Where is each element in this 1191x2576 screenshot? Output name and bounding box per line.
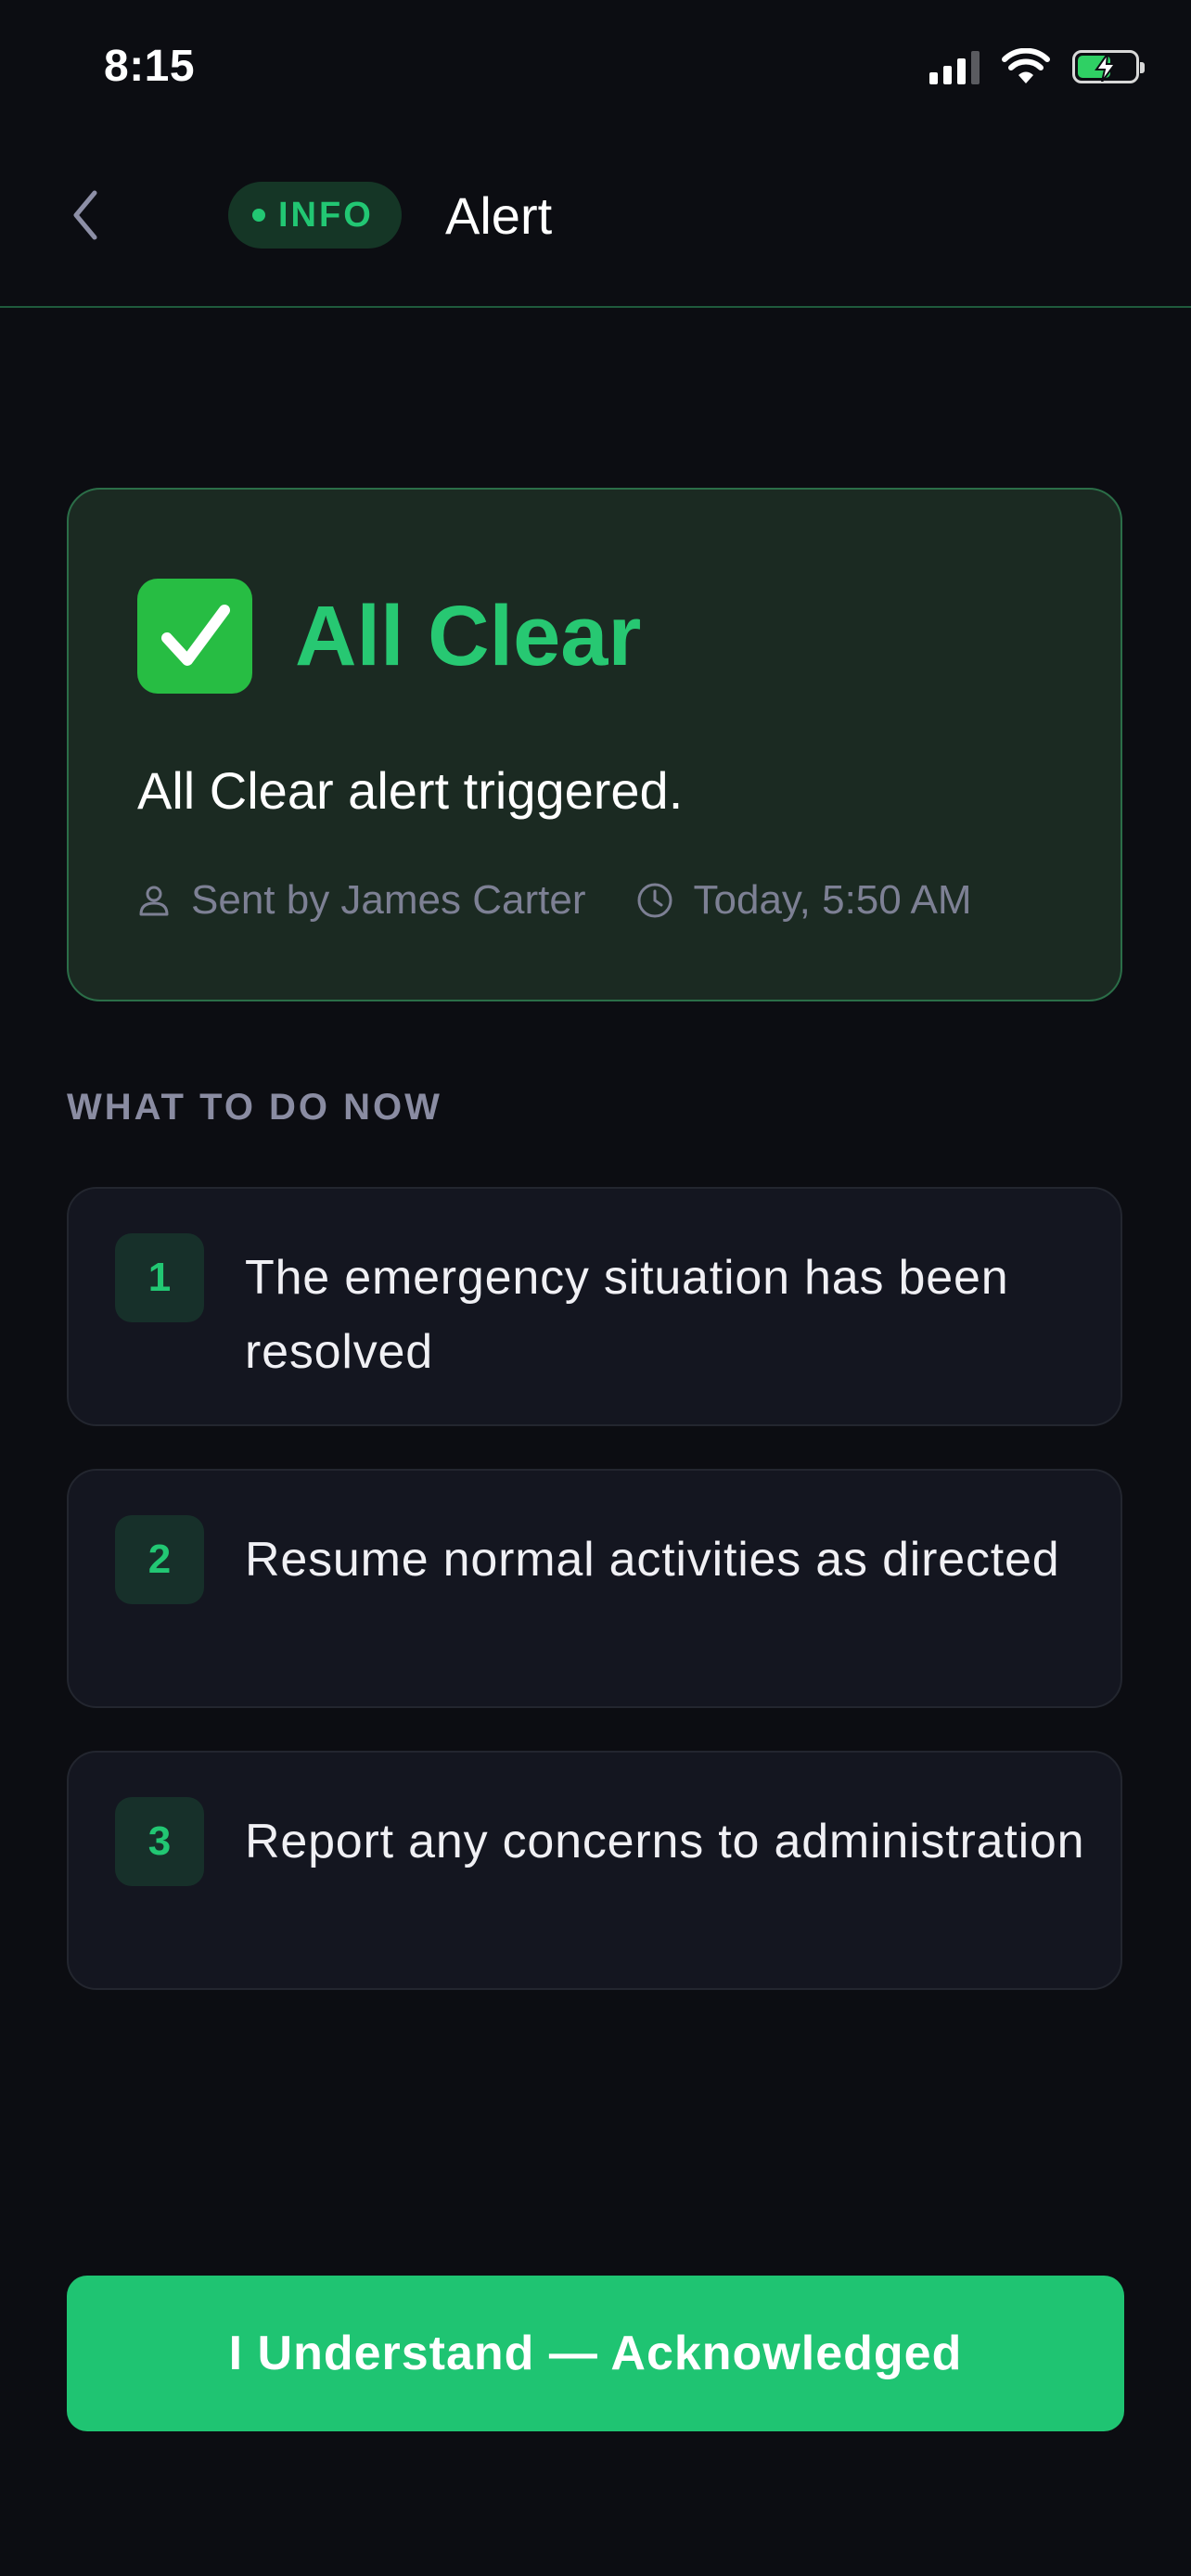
status-icons bbox=[929, 48, 1145, 85]
alert-message: All Clear alert triggered. bbox=[137, 761, 684, 820]
severity-badge: INFO bbox=[228, 182, 402, 249]
step-number: 2 bbox=[115, 1515, 204, 1604]
user-icon bbox=[139, 886, 169, 916]
instruction-step: 3 Report any concerns to administration bbox=[67, 1751, 1122, 1990]
instruction-step: 1 The emergency situation has been resol… bbox=[67, 1187, 1122, 1426]
step-text: Resume normal activities as directed bbox=[245, 1533, 1060, 1587]
section-heading: WHAT TO DO NOW bbox=[67, 1087, 442, 1128]
page-title: Alert bbox=[445, 186, 553, 245]
sender-name: Sent by James Carter bbox=[191, 877, 586, 923]
status-bar: 8:15 bbox=[0, 0, 1191, 139]
timestamp-info: Today, 5:50 AM bbox=[636, 877, 972, 924]
step-text: The emergency situation has been resolve… bbox=[245, 1251, 1009, 1379]
step-text: Report any concerns to administration bbox=[245, 1815, 1085, 1868]
signal-icon bbox=[929, 49, 980, 84]
severity-badge-label: INFO bbox=[278, 195, 374, 235]
acknowledge-button[interactable]: I Understand — Acknowledged bbox=[67, 2276, 1124, 2431]
clock-icon bbox=[637, 883, 672, 918]
check-mark-icon bbox=[137, 579, 252, 694]
wifi-icon bbox=[1002, 48, 1050, 83]
alert-screen: 8:15 INFO Alert All Clear All Clear aler… bbox=[0, 0, 1191, 2576]
top-navigation-bar: INFO Alert bbox=[0, 139, 1191, 308]
sender-info: Sent by James Carter bbox=[137, 877, 586, 924]
step-number: 3 bbox=[115, 1797, 204, 1886]
alert-time: Today, 5:50 AM bbox=[693, 877, 972, 923]
chevron-left-icon bbox=[73, 190, 97, 240]
battery-charging-icon bbox=[1072, 50, 1145, 83]
status-time: 8:15 bbox=[104, 42, 196, 91]
status-dot-icon bbox=[252, 209, 265, 222]
alert-card: All Clear All Clear alert triggered. Sen… bbox=[67, 488, 1122, 1001]
instruction-step: 2 Resume normal activities as directed bbox=[67, 1469, 1122, 1708]
back-button[interactable] bbox=[58, 178, 113, 252]
alert-title: All Clear bbox=[295, 589, 642, 683]
alert-meta: Sent by James Carter Today, 5:50 AM bbox=[137, 877, 972, 924]
step-number: 1 bbox=[115, 1233, 204, 1322]
